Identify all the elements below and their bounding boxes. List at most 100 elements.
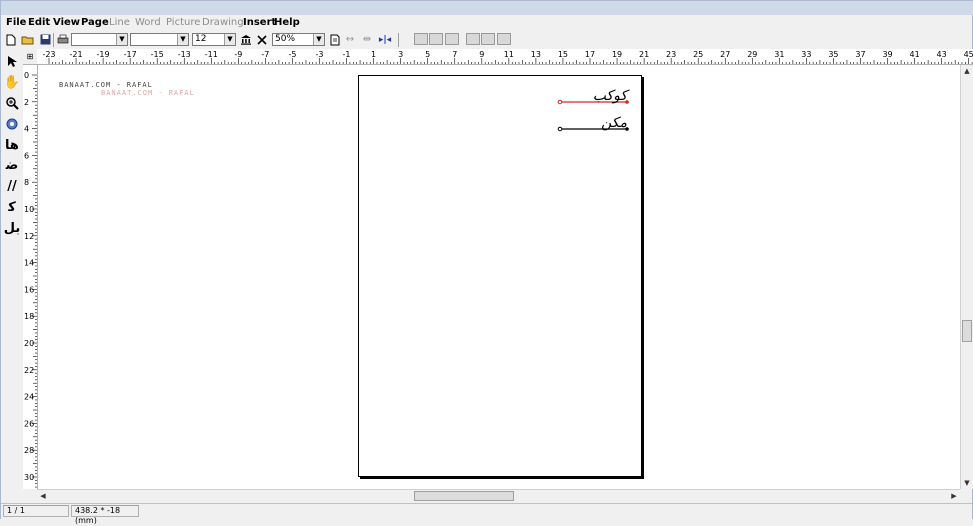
ruler-tick-label: 8	[24, 178, 29, 187]
tools-icon[interactable]	[255, 33, 269, 46]
ruler-tick-label: 29	[747, 50, 757, 59]
ruler-tick-label: 19	[612, 50, 622, 59]
new-document-icon[interactable]	[4, 33, 18, 46]
align-right-icon[interactable]	[414, 33, 428, 45]
ruler-tick-label: 28	[24, 446, 34, 455]
compress-horizontal-icon[interactable]: ⇹	[360, 33, 374, 46]
menu-page[interactable]: Page	[81, 17, 109, 29]
ruler-tick-label: 45	[964, 50, 973, 59]
justify-right-icon[interactable]	[466, 33, 480, 45]
menu-help[interactable]: Help	[274, 17, 300, 29]
text-line-2[interactable]: مکن	[601, 115, 627, 131]
line-2-start-handle[interactable]	[557, 126, 563, 132]
rotate-tool-icon[interactable]	[3, 115, 21, 133]
save-icon[interactable]	[38, 33, 52, 46]
scroll-right-icon[interactable]: ▶	[948, 490, 960, 502]
ruler-tick-label: -17	[124, 50, 137, 59]
font-size-select[interactable]: 12 ▼	[192, 33, 236, 46]
ruler-tick-label: -9	[234, 50, 242, 59]
kashida-tool-icon[interactable]: //	[3, 177, 21, 195]
ruler-tick-label: -13	[178, 50, 191, 59]
scroll-left-icon[interactable]: ◀	[37, 490, 49, 502]
ruler-tick-label: 35	[828, 50, 838, 59]
ruler-tick-label: 0	[24, 71, 29, 80]
zoom-value: 50%	[275, 34, 296, 44]
menu-picture[interactable]: Picture	[166, 17, 200, 29]
line-tool-icon[interactable]: ﮐ	[3, 198, 21, 216]
ruler-tick-label: 1	[371, 50, 376, 59]
title-strip	[1, 1, 973, 15]
ruler-tick-label: 25	[693, 50, 703, 59]
app-window: File Edit View Page Line Word Picture Dr…	[0, 0, 973, 525]
ruler-tick-label: -11	[205, 50, 218, 59]
font-family-select[interactable]: ▼	[71, 33, 128, 46]
ruler-tick-label: -15	[151, 50, 164, 59]
ruler-tick-label: 5	[425, 50, 430, 59]
page-view-icon[interactable]	[328, 33, 342, 46]
status-bar: 1 / 1 438.2 * -18 (mm)	[1, 503, 972, 525]
hand-tool-icon[interactable]: ✋	[3, 73, 21, 91]
ruler-tick-label: -7	[261, 50, 269, 59]
chevron-down-icon[interactable]: ▼	[224, 34, 235, 45]
ruler-tick-label: 23	[666, 50, 676, 59]
ruler-corner[interactable]: ⊞	[23, 49, 38, 65]
stretch-horizontal-icon[interactable]: ↔	[343, 33, 357, 46]
ruler-tick-label: -1	[343, 50, 351, 59]
document-page[interactable]: کوکب مکن	[358, 75, 642, 477]
chevron-down-icon[interactable]: ▼	[116, 34, 127, 45]
align-center-icon[interactable]	[429, 33, 443, 45]
menu-view[interactable]: View	[53, 17, 80, 29]
menu-edit[interactable]: Edit	[28, 17, 50, 29]
scroll-down-icon[interactable]: ▼	[961, 477, 973, 489]
ruler-tick-label: 12	[24, 232, 34, 241]
menu-line[interactable]: Line	[109, 17, 130, 29]
chevron-down-icon[interactable]: ▼	[313, 34, 324, 45]
document-canvas[interactable]: BANAAT.COM - RAFAL BANAAT.COM - RAFAL کو…	[38, 65, 960, 489]
watermark-text: BANAAT.COM - RAFAL	[59, 81, 153, 89]
print-icon[interactable]	[56, 33, 70, 46]
ruler-tick-label: 41	[910, 50, 920, 59]
toolbar-separator	[53, 33, 54, 47]
font-style-select[interactable]: ▼	[130, 33, 189, 46]
line-1-start-handle[interactable]	[557, 99, 563, 105]
ruler-tick-label: 9	[479, 50, 484, 59]
zoom-tool-icon[interactable]	[3, 94, 21, 112]
vertical-ruler: 0 2 4 6 8 10 12 14 16 18 20 22 24 26 28 30	[23, 65, 38, 489]
text-direction-icon[interactable]: ▸|◂	[378, 33, 392, 46]
ruler-tick-label: 18	[24, 312, 34, 321]
scroll-up-icon[interactable]: ▲	[961, 65, 973, 77]
word-tool-icon[interactable]: ﺿ	[3, 156, 21, 174]
zoom-select[interactable]: 50% ▼	[272, 33, 325, 46]
menu-drawing[interactable]: Drawing	[202, 17, 244, 29]
vertical-scroll-thumb[interactable]	[962, 320, 972, 342]
ruler-tick-label: 16	[24, 285, 34, 294]
text-line-1[interactable]: کوکب	[593, 88, 631, 104]
menu-file[interactable]: File	[6, 17, 26, 29]
ligature-tool-icon[interactable]: ﺑﻞ	[3, 219, 21, 237]
menu-word[interactable]: Word	[135, 17, 161, 29]
open-folder-icon[interactable]	[20, 33, 34, 46]
menu-insert[interactable]: Insert	[243, 17, 276, 29]
horizontal-scrollbar[interactable]: ◀ ▶	[37, 489, 960, 502]
menu-bar: File Edit View Page Line Word Picture Dr…	[1, 15, 972, 31]
ruler-tick-label: 7	[452, 50, 457, 59]
vertical-scrollbar[interactable]: ▲ ▼	[960, 65, 973, 489]
pointer-tool-icon[interactable]	[3, 52, 21, 70]
ruler-tick-label: 15	[558, 50, 568, 59]
ruler-tick-label: 11	[504, 50, 514, 59]
horizontal-scroll-thumb[interactable]	[414, 491, 514, 501]
ruler-tick-label: 17	[585, 50, 595, 59]
justify-left-icon[interactable]	[497, 33, 511, 45]
ruler-tick-label: -21	[70, 50, 83, 59]
bank-icon[interactable]	[239, 33, 253, 46]
ruler-tick-label: 20	[24, 339, 34, 348]
ruler-tick-label: -23	[42, 50, 55, 59]
letter-tool-icon[interactable]: ﻫﺎ	[3, 136, 21, 154]
font-size-value: 12	[195, 34, 207, 44]
toolbar-separator	[398, 33, 399, 47]
chevron-down-icon[interactable]: ▼	[177, 34, 188, 45]
justify-center-icon[interactable]	[481, 33, 495, 45]
align-left-icon[interactable]	[445, 33, 459, 45]
ruler-tick-label: 4	[24, 125, 29, 134]
horizontal-ruler: -23 -21 -19 -17 -15 -13 -11 -9 -7 -5 -3 -1 1 3 5 7 9 11 13…	[37, 49, 973, 65]
